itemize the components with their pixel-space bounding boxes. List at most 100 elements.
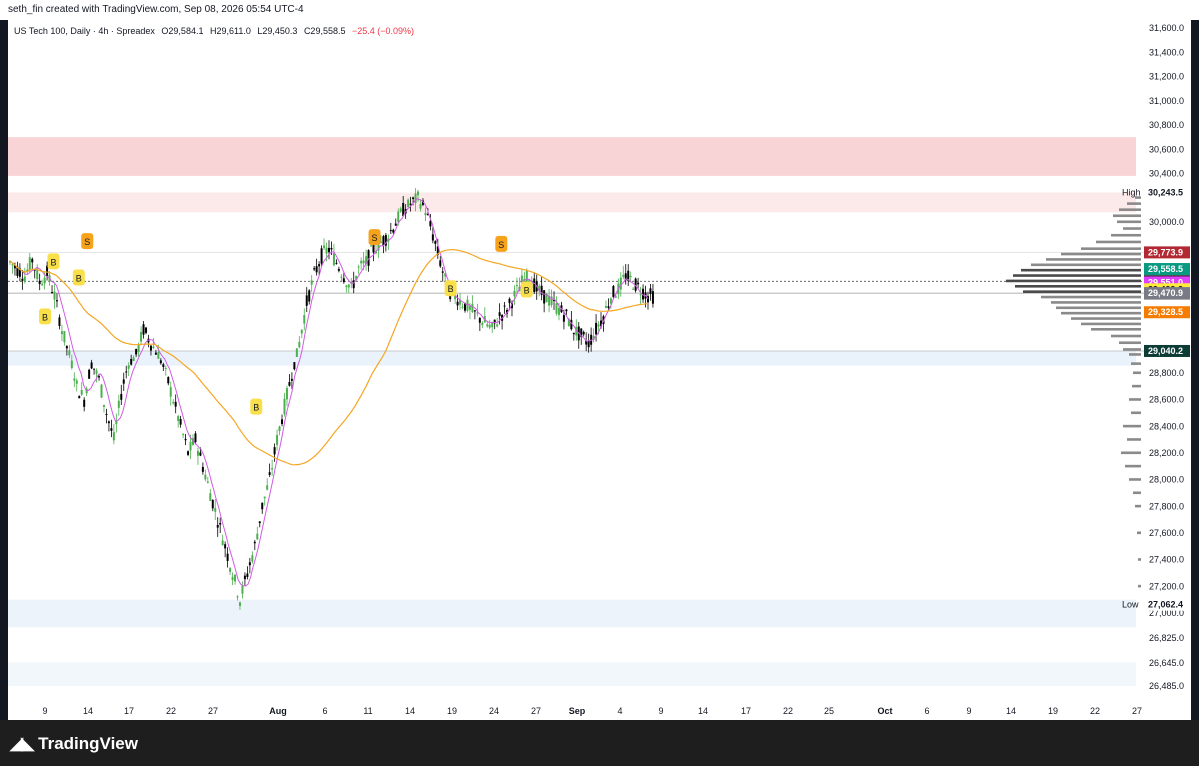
volume-profile-bar <box>1123 424 1141 428</box>
volume-profile-bar <box>1119 341 1141 345</box>
candle-body <box>120 393 123 400</box>
candle-body <box>31 258 34 263</box>
candle-body <box>632 288 635 290</box>
candle-body <box>491 322 494 328</box>
x-tick-label: 22 <box>1090 706 1100 716</box>
legend-open: O29,584.1 <box>161 26 204 36</box>
candle-body <box>431 234 434 241</box>
candle-body <box>135 348 138 355</box>
price-label-value: 29,470.9 <box>1148 288 1183 298</box>
candle-body <box>525 270 528 284</box>
candle-body <box>300 329 303 334</box>
candle-body <box>513 290 516 297</box>
candle-body <box>100 384 103 398</box>
candle-body <box>399 208 402 212</box>
candle-body <box>562 315 565 322</box>
x-tick-label: 27 <box>208 706 218 716</box>
zone-3 <box>8 599 1136 628</box>
candle-body <box>169 387 172 397</box>
candle-body <box>179 418 182 425</box>
candle-body <box>142 324 145 335</box>
candle-body <box>295 348 298 357</box>
x-tick-label: 17 <box>124 706 134 716</box>
candle-body <box>258 521 261 524</box>
price-label-tag: Low <box>1122 600 1139 610</box>
candle-body <box>98 376 101 378</box>
candle-body <box>357 266 360 268</box>
volume-profile-bar <box>1071 317 1141 320</box>
candle-body <box>335 262 338 264</box>
candle-body <box>107 421 110 424</box>
candle-body <box>70 360 73 368</box>
candle-body <box>53 291 56 300</box>
x-tick-label: 11 <box>363 706 372 716</box>
candle-body <box>194 433 197 443</box>
candle-body <box>285 388 288 400</box>
candle-body <box>95 370 98 374</box>
candle-body <box>315 266 318 273</box>
candle-body <box>266 485 269 490</box>
candle-body <box>125 371 128 373</box>
candle-body <box>261 502 264 510</box>
candle-body <box>73 378 76 381</box>
x-tick-label: Oct <box>877 706 892 716</box>
y-tick-label: 31,000.0 <box>1149 96 1184 106</box>
candle-body <box>112 432 115 441</box>
candle-body <box>439 260 442 267</box>
candle-body <box>328 247 330 253</box>
volume-profile-bar <box>1041 295 1141 299</box>
volume-profile-bar <box>1132 384 1141 388</box>
candle-body <box>488 324 491 328</box>
candle-body <box>231 576 234 581</box>
x-tick-label: 27 <box>1132 706 1142 716</box>
tradingview-logo[interactable]: ◢◣ TradingView <box>10 734 138 754</box>
signal-label: B <box>50 257 56 267</box>
signal-label: B <box>42 312 48 322</box>
volume-profile-bar <box>1129 353 1141 356</box>
candle-body <box>555 303 558 314</box>
volume-profile-bar <box>1111 334 1141 338</box>
candle-body <box>105 413 108 415</box>
candle-body <box>140 331 143 342</box>
candle-body <box>362 260 365 264</box>
y-tick-label: 30,400.0 <box>1149 169 1184 179</box>
candle-body <box>508 298 511 304</box>
candle-body <box>248 562 251 566</box>
x-tick-label: 27 <box>531 706 541 716</box>
legend-high: H29,611.0 <box>209 26 251 36</box>
candle-body <box>187 451 190 455</box>
tradingview-brand: TradingView <box>38 734 138 753</box>
candle-body <box>298 341 301 348</box>
candle-body <box>43 277 46 284</box>
y-tick-label: 26,645.0 <box>1149 658 1184 668</box>
y-tick-label: 28,600.0 <box>1149 395 1184 405</box>
candle-body <box>471 303 474 312</box>
price-chart[interactable]: 31,600.0 31,400.0 31,200.0 31,000.0 30,800.0… <box>0 0 1199 720</box>
volume-profile-bar <box>1006 279 1141 283</box>
candle-body <box>582 331 585 335</box>
candle-body <box>214 508 217 512</box>
candle-body <box>102 405 105 407</box>
candle-body <box>441 271 444 273</box>
x-tick-label: 14 <box>405 706 415 716</box>
candle-body <box>473 310 476 312</box>
volume-profile-bar <box>1138 584 1141 588</box>
candle-body <box>622 274 625 277</box>
x-tick-label: 9 <box>42 706 47 716</box>
x-tick-label: 22 <box>783 706 793 716</box>
price-label-tag: High <box>1122 187 1141 197</box>
y-tick-label: 31,200.0 <box>1149 72 1184 82</box>
candle-body <box>28 257 31 271</box>
x-tick-label: 17 <box>741 706 751 716</box>
candle-body <box>127 365 130 369</box>
y-tick-label: 26,825.0 <box>1149 633 1184 643</box>
candle-body <box>243 575 246 580</box>
candle-body <box>619 277 622 290</box>
chart-frame: seth_fin created with TradingView.com, S… <box>0 0 1199 766</box>
candle-body <box>199 452 202 456</box>
candle-body <box>543 290 546 304</box>
x-tick-label: 4 <box>617 706 622 716</box>
volume-profile-bar <box>1129 478 1141 481</box>
candle-body <box>236 596 239 598</box>
candle-body <box>184 438 187 441</box>
